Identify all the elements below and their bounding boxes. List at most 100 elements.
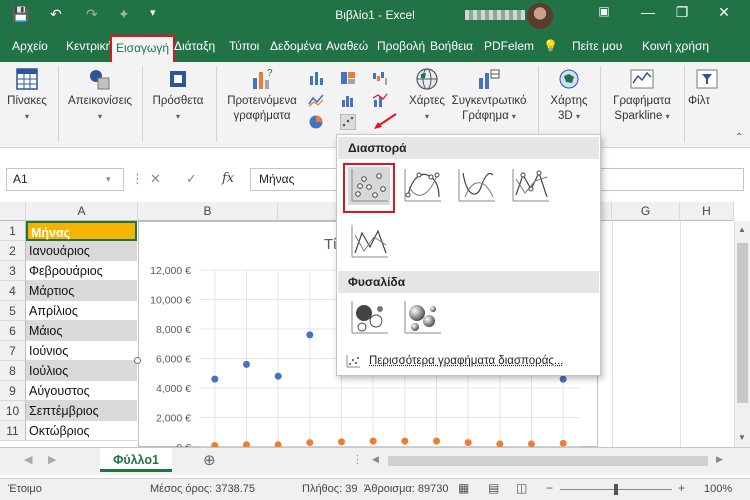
addins-button[interactable]: Πρόσθετα ▾	[146, 66, 210, 124]
tab-layout[interactable]: Διάταξη	[174, 39, 215, 53]
add-sheet-button[interactable]: ⊕	[203, 451, 216, 469]
illustrations-button[interactable]: Απεικονίσεις ▾	[64, 66, 136, 124]
row-header[interactable]: 11	[0, 421, 26, 441]
maps-button[interactable]: Χάρτες ▾	[404, 66, 450, 124]
column-chart-icon[interactable]	[308, 70, 324, 86]
select-all-corner[interactable]	[0, 202, 26, 221]
line-chart-icon[interactable]	[308, 92, 324, 108]
scatter-smooth-lines-icon[interactable]	[455, 167, 497, 205]
column-header-b[interactable]: B	[138, 202, 278, 221]
next-sheet-icon[interactable]: ▶	[48, 453, 56, 466]
chart-point-series2[interactable]	[338, 438, 345, 446]
recommended-charts-button[interactable]: ? Προτεινόμενα γραφήματα	[220, 66, 304, 124]
column-header-a[interactable]: A	[26, 202, 138, 221]
scroll-up-icon[interactable]: ▲	[738, 225, 746, 234]
3d-bubble-chart-icon[interactable]	[401, 299, 443, 337]
row-header[interactable]: 9	[0, 381, 26, 401]
chart-point-series1[interactable]	[243, 360, 250, 368]
chart-point-series2[interactable]	[401, 437, 409, 445]
zoom-out-icon[interactable]: −	[546, 481, 553, 495]
more-scatter-charts-link[interactable]: Περισσότερα γραφήματα διασποράς...	[369, 355, 564, 367]
pie-chart-icon[interactable]	[308, 114, 324, 130]
scroll-down-icon[interactable]: ▼	[738, 433, 746, 442]
tab-insert[interactable]: Εισαγωγή	[110, 35, 176, 62]
chart-point-series2[interactable]	[464, 439, 472, 447]
sheet-tab-sheet1[interactable]: Φύλλο1	[100, 448, 172, 472]
hierarchy-chart-icon[interactable]	[340, 70, 356, 86]
ribbon-display-button[interactable]: ▣	[590, 4, 618, 26]
tab-formulas[interactable]: Τύποι	[229, 39, 259, 53]
zoom-in-icon[interactable]: +	[678, 481, 685, 495]
cancel-icon[interactable]: ✕	[150, 171, 161, 187]
cell-a5[interactable]: Απρίλιος	[26, 301, 137, 321]
vertical-scrollbar[interactable]: ▲ ▼	[734, 221, 750, 447]
column-header-g[interactable]: G	[612, 202, 680, 221]
cell-a2[interactable]: Ιανουάριος	[26, 241, 137, 261]
chart-point-series1[interactable]	[559, 375, 567, 383]
horizontal-scrollbar[interactable]	[388, 456, 708, 466]
cell-a4[interactable]: Μάρτιος	[26, 281, 137, 301]
share-button[interactable]: Κοινή χρήση	[642, 39, 709, 53]
tab-review[interactable]: Αναθεώ	[326, 39, 368, 53]
normal-view-icon[interactable]: ▦	[458, 481, 469, 495]
scatter-smooth-lines-markers-icon[interactable]	[401, 167, 443, 205]
row-header[interactable]: 6	[0, 321, 26, 341]
row-header[interactable]: 5	[0, 301, 26, 321]
tables-button[interactable]: Πίνακες ▾	[4, 66, 50, 124]
hscroll-right-icon[interactable]: ▶	[716, 454, 723, 465]
pivot-chart-button[interactable]: Συγκεντρωτικό Γράφημα ▾	[446, 66, 532, 124]
chart-point-series1[interactable]	[211, 375, 219, 383]
lightbulb-icon[interactable]: 💡	[543, 39, 558, 53]
zoom-level[interactable]: 100%	[704, 483, 732, 495]
chart-point-series2[interactable]	[369, 437, 377, 445]
tab-help[interactable]: Βοήθεια	[430, 39, 473, 53]
column-header-h[interactable]: H	[680, 202, 734, 221]
tell-me-search[interactable]: Πείτε μου	[572, 39, 622, 53]
chart-point-series2[interactable]	[306, 439, 314, 447]
row-header[interactable]: 2	[0, 241, 26, 261]
chevron-down-icon[interactable]: ▾	[106, 174, 111, 185]
row-header[interactable]: 7	[0, 341, 26, 361]
filters-button[interactable]: Φίλτ	[688, 66, 728, 109]
hscroll-left-icon[interactable]: ◀	[372, 454, 379, 465]
row-header[interactable]: 3	[0, 261, 26, 281]
3d-map-button[interactable]: Χάρτης 3D ▾	[544, 66, 594, 124]
chart-point-series1[interactable]	[274, 372, 282, 380]
row-header[interactable]: 4	[0, 281, 26, 301]
scrollbar-thumb[interactable]	[737, 243, 748, 403]
page-break-icon[interactable]: ◫	[516, 481, 527, 495]
bubble-chart-icon[interactable]	[348, 299, 390, 337]
cell-a11[interactable]: Οκτώβριος	[26, 421, 137, 441]
cell-a10[interactable]: Σεπτέμβριος	[26, 401, 137, 421]
waterfall-chart-icon[interactable]	[372, 70, 388, 86]
zoom-slider-thumb[interactable]	[614, 484, 618, 495]
sparklines-button[interactable]: Γραφήματα Sparkline ▾	[604, 66, 680, 124]
cell-a3[interactable]: Φεβρουάριος	[26, 261, 137, 281]
statistic-chart-icon[interactable]	[340, 92, 356, 108]
combo-chart-icon[interactable]	[372, 92, 388, 108]
cell-a6[interactable]: Μάιος	[26, 321, 137, 341]
sheet-options-icon[interactable]: ⋮	[352, 453, 363, 466]
chart-point-series2[interactable]	[433, 437, 440, 445]
enter-icon[interactable]: ✓	[186, 171, 197, 187]
scatter-straight-lines-markers-icon[interactable]	[509, 167, 551, 205]
page-layout-icon[interactable]: ▤	[488, 481, 499, 495]
row-header[interactable]: 8	[0, 361, 26, 381]
chart-point-series2[interactable]	[559, 439, 567, 447]
cell-a8[interactable]: Ιούλιος	[26, 361, 137, 381]
row-header[interactable]: 10	[0, 401, 26, 421]
tab-data[interactable]: Δεδομένα	[270, 39, 322, 53]
minimize-button[interactable]: —	[634, 4, 662, 26]
tab-pdfelement[interactable]: PDFelem	[484, 39, 534, 53]
tab-home[interactable]: Κεντρική	[66, 39, 112, 53]
cell-a9[interactable]: Αύγουστος	[26, 381, 137, 401]
collapse-ribbon-icon[interactable]: ⌃	[735, 132, 743, 143]
chart-point-series1[interactable]	[306, 331, 314, 339]
insert-function-icon[interactable]: fx	[222, 171, 234, 186]
scatter-straight-lines-icon[interactable]	[348, 223, 390, 261]
close-button[interactable]: ✕	[710, 4, 738, 26]
tab-file[interactable]: Αρχείο	[12, 39, 48, 53]
prev-sheet-icon[interactable]: ◀	[24, 453, 32, 466]
cell-a1[interactable]: Μήνας	[26, 221, 137, 241]
restore-button[interactable]: ❐	[668, 4, 696, 26]
